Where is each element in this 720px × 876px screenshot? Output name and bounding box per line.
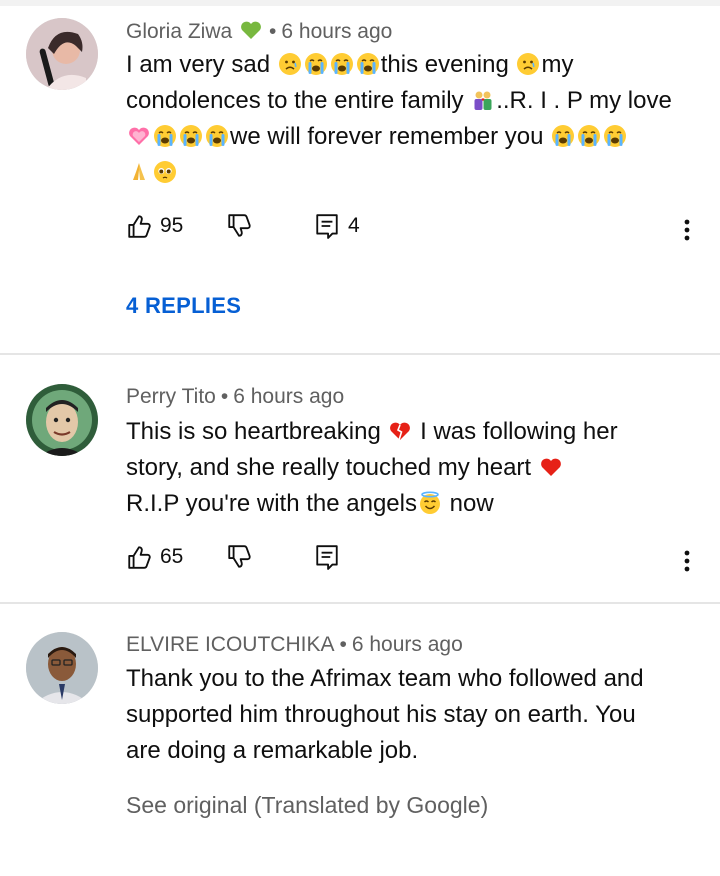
vertical-dots-icon: [684, 550, 690, 572]
crying-face-icon: [205, 124, 229, 148]
comment-meta: Gloria Ziwa • 6 hours ago: [126, 20, 393, 43]
thumbs-up-icon: [128, 215, 151, 238]
like-count: 95: [160, 214, 184, 237]
comment-line: R.I.P you're with the angels now: [126, 490, 494, 517]
dislike-button[interactable]: [226, 544, 252, 570]
comment-line: Thank you to the Afrimax team who follow…: [126, 665, 644, 692]
reply-button[interactable]: 4: [314, 213, 360, 239]
crying-face-icon: [356, 52, 380, 76]
comment-line: I am very sad this evening my: [126, 51, 574, 78]
comment-line: we will forever remember you: [126, 119, 701, 155]
thumbs-down-icon: [228, 214, 251, 237]
more-options-button[interactable]: [676, 213, 698, 247]
comment-text: Thank you to the Afrimax team who follow…: [126, 661, 701, 769]
like-count: 65: [160, 545, 184, 568]
avatar[interactable]: [26, 632, 98, 704]
reply-count: 4: [348, 214, 360, 237]
pink-heart-icon: [129, 127, 149, 145]
reply-button[interactable]: [314, 544, 340, 570]
crying-face-icon: [304, 52, 328, 76]
see-original-link[interactable]: See original (Translated by Google): [126, 792, 488, 819]
top-divider: [0, 0, 720, 6]
crying-face-icon: [179, 124, 203, 148]
comment-line: condolences to the entire family ..R. I …: [126, 87, 672, 114]
comment-line: This is so heartbreaking I was following…: [126, 418, 618, 445]
comment-line: are doing a remarkable job.: [126, 737, 419, 764]
halo-face-icon: [419, 491, 441, 515]
avatar[interactable]: [26, 384, 98, 456]
praying-hands-icon: [133, 163, 145, 180]
timestamp[interactable]: 6 hours ago: [352, 633, 463, 656]
vertical-dots-icon: [684, 219, 690, 241]
view-replies-button[interactable]: 4 REPLIES: [126, 293, 241, 319]
author-name[interactable]: ELVIRE ICOUTCHIKA: [126, 633, 334, 656]
timestamp[interactable]: 6 hours ago: [281, 20, 392, 43]
like-button[interactable]: 65: [126, 544, 183, 570]
comment-reply-icon: [316, 214, 338, 239]
tearful-face-icon: [516, 52, 541, 76]
comment-line: story, and she really touched my heart: [126, 450, 701, 486]
couple-icon: [474, 91, 492, 110]
comment-text: This is so heartbreaking I was following…: [126, 414, 701, 522]
comment-reply-icon: [316, 545, 338, 570]
more-options-button[interactable]: [676, 544, 698, 578]
thumbs-up-icon: [128, 546, 151, 569]
comment-meta: ELVIRE ICOUTCHIKA • 6 hours ago: [126, 633, 463, 656]
dislike-button[interactable]: [226, 213, 252, 239]
comment-line: [126, 155, 701, 191]
comment-line: supported him throughout his stay on ear…: [126, 701, 636, 728]
crying-face-icon: [577, 124, 601, 148]
sad-face-icon: [277, 52, 302, 76]
author-name[interactable]: Gloria Ziwa: [126, 20, 232, 43]
comment-divider: [0, 353, 720, 355]
avatar[interactable]: [26, 18, 98, 90]
red-heart-icon: [540, 458, 561, 476]
green-heart-icon: [241, 21, 261, 39]
comment-meta: Perry Tito • 6 hours ago: [126, 385, 345, 408]
crying-face-icon: [551, 124, 575, 148]
pleading-face-icon: [153, 160, 177, 184]
crying-face-icon: [603, 124, 627, 148]
like-button[interactable]: 95: [126, 213, 183, 239]
thumbs-down-icon: [228, 545, 251, 568]
timestamp[interactable]: 6 hours ago: [233, 385, 344, 408]
crying-face-icon: [153, 124, 177, 148]
comment-divider: [0, 602, 720, 604]
comment-text: I am very sad this evening my condolence…: [126, 47, 701, 191]
crying-face-icon: [330, 52, 354, 76]
broken-heart-icon: [389, 421, 412, 441]
author-name[interactable]: Perry Tito: [126, 385, 216, 408]
